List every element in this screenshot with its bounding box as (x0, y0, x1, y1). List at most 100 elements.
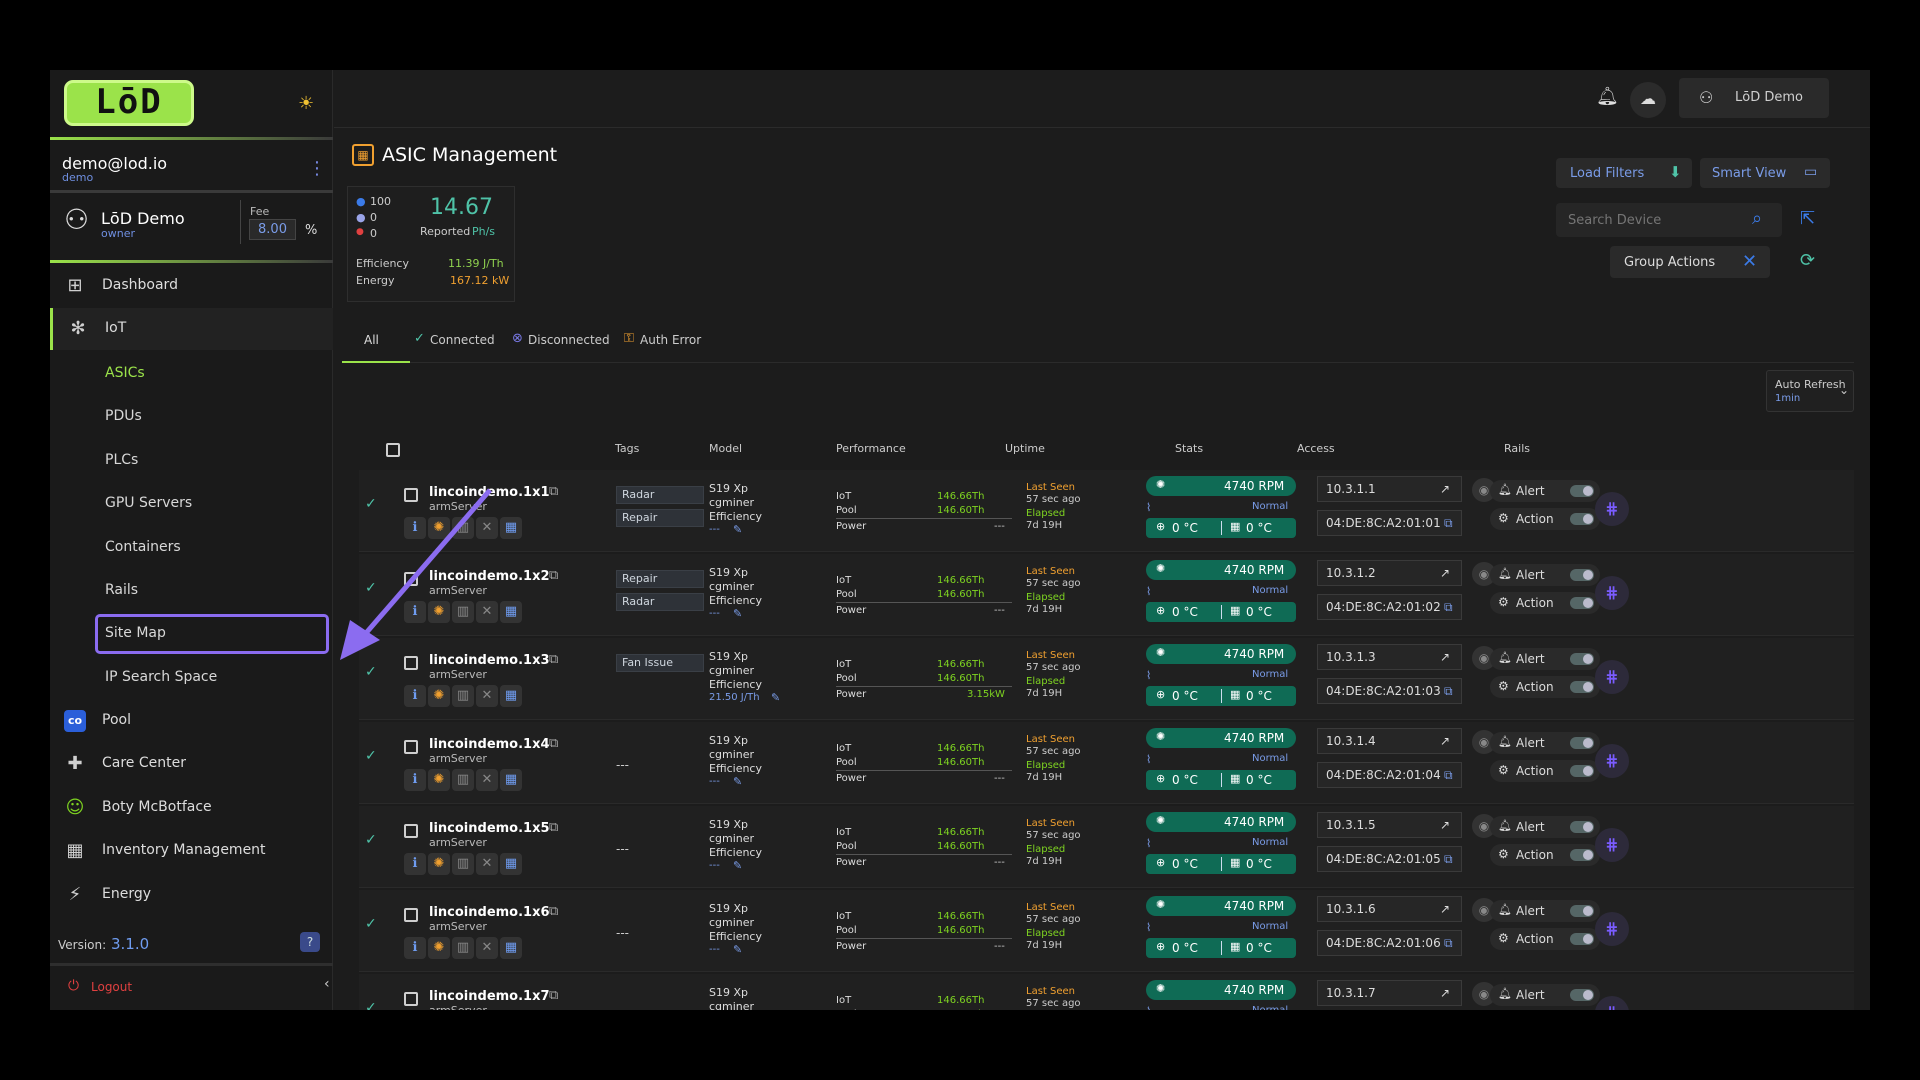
tools-off-icon[interactable]: ✕ (476, 769, 498, 791)
layout-icon[interactable]: ▥ (452, 937, 474, 959)
copy-icon[interactable]: ⧉ (549, 652, 558, 667)
ip-address[interactable]: 10.3.1.3 ↗ (1317, 644, 1462, 670)
mac-address[interactable]: 04:DE:8C:A2:01:06 ⧉ (1317, 930, 1462, 956)
search-icon[interactable]: ⌕ (1752, 208, 1762, 229)
nav-pool[interactable]: co Pool (50, 700, 333, 742)
ip-address[interactable]: 10.3.1.1 ↗ (1317, 476, 1462, 502)
group-actions-button[interactable]: Group Actions ✕ (1610, 246, 1770, 278)
mac-address[interactable]: 04:DE:8C:A2:01:02 ⧉ (1317, 594, 1462, 620)
info-icon[interactable]: ℹ (404, 685, 426, 707)
tools-off-icon[interactable]: ✕ (476, 685, 498, 707)
layout-icon[interactable]: ▥ (452, 853, 474, 875)
row-checkbox[interactable] (404, 992, 418, 1006)
mac-address[interactable]: 04:DE:8C:A2:01:01 ⧉ (1317, 510, 1462, 536)
fan-icon[interactable]: ✺ (428, 937, 450, 959)
help-icon[interactable]: ? (300, 932, 320, 952)
tab-connected[interactable]: ✓ Connected (414, 317, 506, 363)
fan-icon[interactable]: ✺ (428, 769, 450, 791)
edit-icon[interactable]: ✎ (733, 607, 742, 620)
device-name[interactable]: lincoindemo.1x7 (429, 989, 550, 1004)
ip-address[interactable]: 10.3.1.7 ↗ (1317, 980, 1462, 1006)
tools-off-icon[interactable]: ✕ (476, 937, 498, 959)
alert-toggle[interactable]: 🔔︎ Alert (1490, 984, 1600, 1006)
edit-icon[interactable]: ✎ (771, 691, 780, 704)
calendar-icon[interactable]: ▦ (500, 601, 522, 623)
bell-icon[interactable]: 🔔︎ (1596, 86, 1619, 107)
sub-item-ip-search-space[interactable]: IP Search Space (105, 669, 217, 685)
nav-care-center[interactable]: ✚ Care Center (50, 743, 333, 785)
layout-icon[interactable]: ▥ (452, 769, 474, 791)
copy-icon[interactable]: ⧉ (549, 904, 558, 919)
ip-address[interactable]: 10.3.1.4 ↗ (1317, 728, 1462, 754)
alert-toggle[interactable]: 🔔︎ Alert (1490, 480, 1600, 502)
sub-item-site-map[interactable]: Site Map (105, 625, 166, 641)
mac-address[interactable]: 04:DE:8C:A2:01:03 ⧉ (1317, 678, 1462, 704)
fan-icon[interactable]: ✺ (428, 853, 450, 875)
calendar-icon[interactable]: ▦ (500, 937, 522, 959)
auto-refresh-select[interactable]: Auto Refresh 1min ⌄ (1766, 370, 1854, 412)
tab-auth-error[interactable]: ⚿ Auth Error (624, 317, 714, 363)
info-icon[interactable]: ℹ (404, 937, 426, 959)
edit-icon[interactable]: ✎ (733, 775, 742, 788)
alert-toggle[interactable]: 🔔︎ Alert (1490, 900, 1600, 922)
rack-grid-icon[interactable]: ⋕ (1595, 996, 1629, 1010)
edit-icon[interactable]: ✎ (733, 943, 742, 956)
row-checkbox[interactable] (404, 824, 418, 838)
info-icon[interactable]: ℹ (404, 769, 426, 791)
calendar-icon[interactable]: ▦ (500, 853, 522, 875)
tools-off-icon[interactable]: ✕ (476, 853, 498, 875)
tag-badge[interactable]: Radar (616, 593, 704, 611)
rack-grid-icon[interactable]: ⋕ (1595, 744, 1629, 778)
action-toggle[interactable]: ⚙ Action (1490, 592, 1600, 614)
layout-icon[interactable]: ▥ (452, 685, 474, 707)
calendar-icon[interactable]: ▦ (500, 769, 522, 791)
user-menu-button[interactable]: ⚇ LōD Demo (1679, 78, 1829, 118)
edit-icon[interactable]: ✎ (733, 523, 742, 536)
tag-badge[interactable]: Radar (616, 486, 704, 504)
rack-grid-icon[interactable]: ⋕ (1595, 828, 1629, 862)
tab-disconnected[interactable]: ⊗ Disconnected (512, 317, 616, 363)
rack-grid-icon[interactable]: ⋕ (1595, 660, 1629, 694)
cloud-upload-icon[interactable]: ☁ (1630, 82, 1666, 118)
sub-item-rails[interactable]: Rails (105, 582, 138, 598)
sub-item-gpu-servers[interactable]: GPU Servers (105, 495, 192, 511)
action-toggle[interactable]: ⚙ Action (1490, 928, 1600, 950)
alert-toggle[interactable]: 🔔︎ Alert (1490, 564, 1600, 586)
fee-input[interactable]: 8.00 (249, 219, 296, 240)
ip-address[interactable]: 10.3.1.5 ↗ (1317, 812, 1462, 838)
select-all-checkbox[interactable] (386, 443, 400, 457)
rack-grid-icon[interactable]: ⋕ (1595, 912, 1629, 946)
load-filters-button[interactable]: Load Filters ⬇ (1556, 158, 1692, 188)
row-checkbox[interactable] (404, 740, 418, 754)
collapse-sidebar-icon[interactable]: ‹ (324, 976, 330, 992)
logout-button[interactable]: Logout (91, 980, 132, 994)
tag-badge[interactable]: Fan Issue (616, 654, 704, 672)
mac-address[interactable]: 04:DE:8C:A2:01:05 ⧉ (1317, 846, 1462, 872)
alert-toggle[interactable]: 🔔︎ Alert (1490, 816, 1600, 838)
device-name[interactable]: lincoindemo.1x6 (429, 905, 550, 920)
calendar-icon[interactable]: ▦ (500, 517, 522, 539)
smart-view-button[interactable]: Smart View ▭ (1700, 158, 1830, 188)
tag-badge[interactable]: Repair (616, 509, 704, 527)
sub-item-pdus[interactable]: PDUs (105, 408, 142, 424)
edit-icon[interactable]: ✎ (733, 859, 742, 872)
fan-icon[interactable]: ✺ (428, 685, 450, 707)
rack-grid-icon[interactable]: ⋕ (1595, 576, 1629, 610)
tab-all[interactable]: All (342, 317, 410, 363)
alert-toggle[interactable]: 🔔︎ Alert (1490, 648, 1600, 670)
action-toggle[interactable]: ⚙ Action (1490, 760, 1600, 782)
refresh-icon[interactable]: ⟳ (1800, 250, 1815, 271)
nav-energy[interactable]: ⚡ Energy (50, 874, 333, 916)
copy-icon[interactable]: ⧉ (549, 736, 558, 751)
tag-badge[interactable]: Repair (616, 570, 704, 588)
copy-icon[interactable]: ⧉ (549, 568, 558, 583)
sub-item-plcs[interactable]: PLCs (105, 452, 138, 468)
nav-iot[interactable]: ✻ IoT (50, 308, 333, 350)
copy-icon[interactable]: ⧉ (549, 820, 558, 835)
alert-toggle[interactable]: 🔔︎ Alert (1490, 732, 1600, 754)
mac-address[interactable]: 04:DE:8C:A2:01:04 ⧉ (1317, 762, 1462, 788)
row-checkbox[interactable] (404, 908, 418, 922)
theme-toggle-icon[interactable]: ☀ (298, 93, 314, 114)
sub-item-asics[interactable]: ASICs (105, 365, 145, 381)
kebab-menu-icon[interactable]: ⋮ (308, 158, 326, 179)
